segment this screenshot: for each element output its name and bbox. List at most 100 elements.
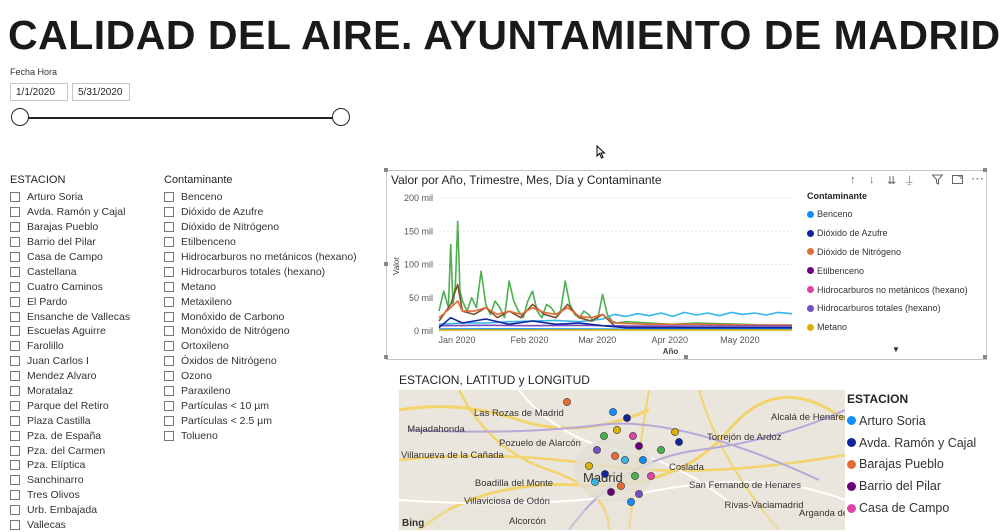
legend-item[interactable]: Benceno (807, 205, 968, 224)
station-marker[interactable] (611, 452, 618, 459)
checkbox[interactable] (164, 192, 174, 202)
station-marker[interactable] (600, 432, 607, 439)
contaminante-item[interactable]: Dióxido de Nitrógeno (164, 220, 379, 235)
estacion-item[interactable]: Juan Carlos I (10, 354, 160, 369)
legend-item[interactable]: Hidrocarburos totales (hexano) (807, 299, 968, 318)
checkbox[interactable] (10, 192, 20, 202)
station-marker[interactable] (591, 478, 598, 485)
contaminante-item[interactable]: Óxidos de Nitrógeno (164, 354, 379, 369)
contaminante-item[interactable]: Hidrocarburos totales (hexano) (164, 264, 379, 279)
legend-item[interactable]: Dióxido de Nitrógeno (807, 243, 968, 262)
estacion-item[interactable]: Sanchinarro (10, 473, 160, 488)
checkbox[interactable] (10, 401, 20, 411)
contaminante-item[interactable]: Etilbenceno (164, 235, 379, 250)
estacion-item[interactable]: Barajas Pueblo (10, 220, 160, 235)
estacion-item[interactable]: Barrio del Pilar (10, 235, 160, 250)
estacion-item[interactable]: Farolillo (10, 339, 160, 354)
estacion-item[interactable]: Escuelas Aguirre (10, 324, 160, 339)
estacion-item[interactable]: Moratalaz (10, 384, 160, 399)
map-legend-item[interactable]: Avda. Ramón y Cajal (847, 432, 976, 454)
map-legend-item[interactable]: Arturo Soria (847, 410, 976, 432)
checkbox[interactable] (10, 431, 20, 441)
legend-item[interactable]: Hidrocarburos no metánicos (hexano) (807, 280, 968, 299)
checkbox[interactable] (164, 282, 174, 292)
station-marker[interactable] (671, 428, 678, 435)
estacion-item[interactable]: Mendez Alvaro (10, 369, 160, 384)
scroll-legend-down-icon[interactable]: ▼ (892, 345, 900, 354)
checkbox[interactable] (164, 416, 174, 426)
checkbox[interactable] (164, 252, 174, 262)
checkbox[interactable] (164, 401, 174, 411)
checkbox[interactable] (10, 297, 20, 307)
contaminante-item[interactable]: Ozono (164, 369, 379, 384)
estacion-item[interactable]: Pza. Elíptica (10, 458, 160, 473)
station-marker[interactable] (647, 472, 654, 479)
checkbox[interactable] (10, 282, 20, 292)
checkbox[interactable] (164, 237, 174, 247)
estacion-item[interactable]: Pza. de España (10, 428, 160, 443)
station-marker[interactable] (609, 408, 616, 415)
contaminante-item[interactable]: Dióxido de Azufre (164, 205, 379, 220)
checkbox[interactable] (164, 356, 174, 366)
checkbox[interactable] (10, 341, 20, 351)
checkbox[interactable] (10, 371, 20, 381)
station-marker[interactable] (631, 472, 638, 479)
checkbox[interactable] (10, 326, 20, 336)
station-marker[interactable] (627, 498, 634, 505)
checkbox[interactable] (10, 222, 20, 232)
contaminante-item[interactable]: Metano (164, 279, 379, 294)
checkbox[interactable] (164, 326, 174, 336)
checkbox[interactable] (164, 297, 174, 307)
contaminante-item[interactable]: Hidrocarburos no metánicos (hexano) (164, 250, 379, 265)
checkbox[interactable] (164, 341, 174, 351)
estacion-item[interactable]: Casa de Campo (10, 250, 160, 265)
checkbox[interactable] (164, 207, 174, 217)
map-legend-item[interactable]: Barrio del Pilar (847, 475, 976, 497)
contaminante-item[interactable]: Monóxido de Carbono (164, 309, 379, 324)
checkbox[interactable] (164, 222, 174, 232)
checkbox[interactable] (10, 520, 20, 530)
estacion-item[interactable]: Avda. Ramón y Cajal (10, 205, 160, 220)
checkbox[interactable] (10, 312, 20, 322)
selection-handle-left-center[interactable] (384, 262, 388, 266)
estacion-item[interactable]: Parque del Retiro (10, 398, 160, 413)
station-marker[interactable] (635, 490, 642, 497)
date-range-slider-track[interactable] (20, 117, 341, 119)
map-legend-item[interactable]: Casa de Campo (847, 497, 976, 519)
station-marker[interactable] (601, 470, 608, 477)
station-marker[interactable] (613, 426, 620, 433)
contaminante-item[interactable]: Partículas < 10 µm (164, 398, 379, 413)
selection-handle-bottom-center[interactable] (684, 355, 688, 359)
checkbox[interactable] (10, 237, 20, 247)
station-marker[interactable] (675, 438, 682, 445)
checkbox[interactable] (10, 446, 20, 456)
checkbox[interactable] (10, 267, 20, 277)
station-marker[interactable] (629, 432, 636, 439)
estacion-item[interactable]: Cuatro Caminos (10, 279, 160, 294)
contaminante-item[interactable]: Ortoxileno (164, 339, 379, 354)
checkbox[interactable] (10, 356, 20, 366)
contaminante-item[interactable]: Partículas < 2.5 µm (164, 413, 379, 428)
estacion-item[interactable]: Ensanche de Vallecas (10, 309, 160, 324)
contaminante-item[interactable]: Paraxileno (164, 384, 379, 399)
station-marker[interactable] (623, 414, 630, 421)
line-chart-visual[interactable]: Valor por Año, Trimestre, Mes, Día y Con… (386, 170, 987, 360)
contaminante-item[interactable]: Tolueno (164, 428, 379, 443)
checkbox[interactable] (164, 386, 174, 396)
date-range-end-handle[interactable] (332, 108, 350, 126)
checkbox[interactable] (10, 475, 20, 485)
checkbox[interactable] (10, 490, 20, 500)
checkbox[interactable] (164, 312, 174, 322)
checkbox[interactable] (164, 431, 174, 441)
map-legend-item[interactable]: Barajas Pueblo (847, 454, 976, 476)
checkbox[interactable] (10, 252, 20, 262)
selection-handle-bottom-left[interactable] (384, 355, 388, 359)
checkbox[interactable] (10, 386, 20, 396)
estacion-item[interactable]: Arturo Soria (10, 190, 160, 205)
estacion-item[interactable]: Urb. Embajada (10, 503, 160, 518)
map-visual[interactable]: Las Rozas de Madrid Pozuelo de Alarcón B… (399, 390, 845, 530)
selection-handle-top-right[interactable] (983, 168, 987, 172)
station-marker[interactable] (635, 442, 642, 449)
estacion-item[interactable]: Pza. del Carmen (10, 443, 160, 458)
station-marker[interactable] (657, 446, 664, 453)
